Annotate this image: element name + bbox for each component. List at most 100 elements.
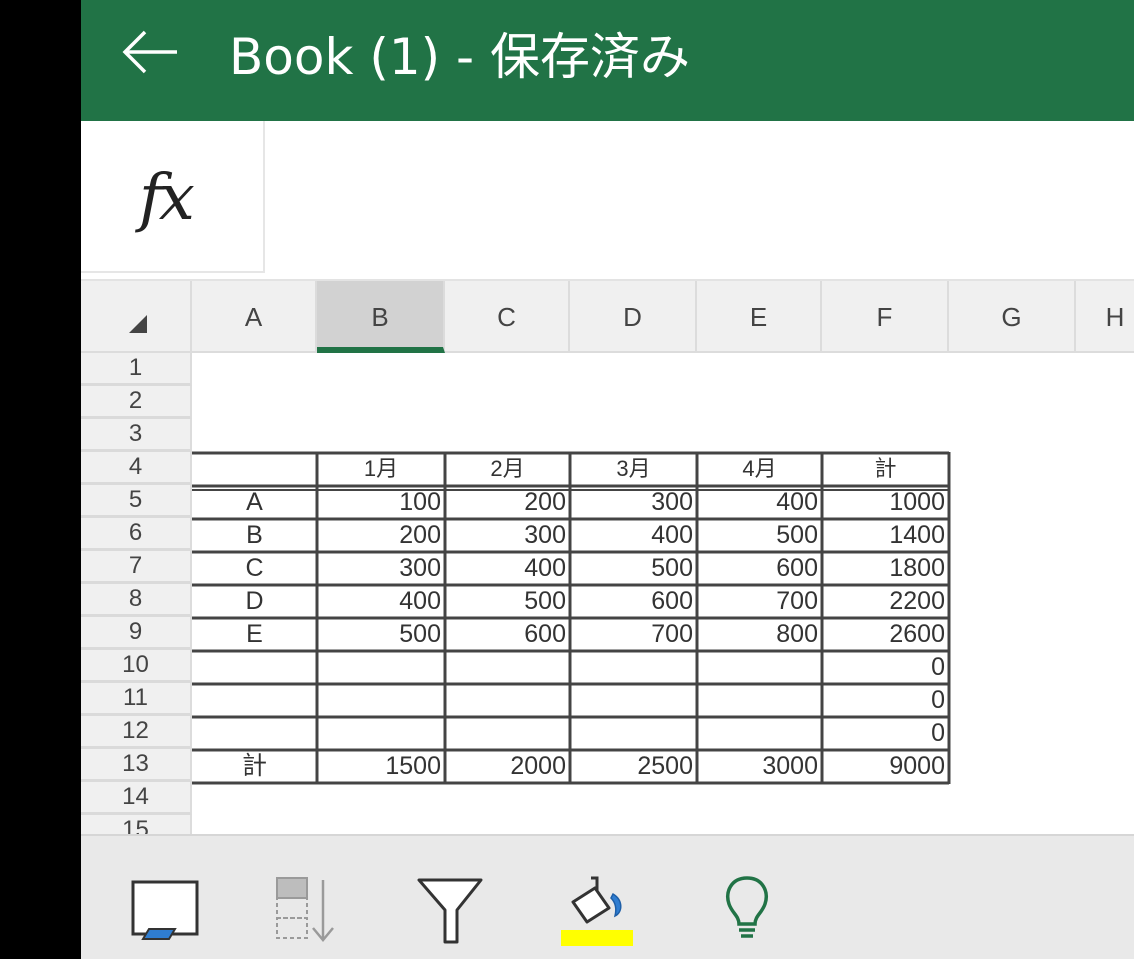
cell-d5[interactable]: 300 bbox=[570, 487, 697, 518]
cell-b7[interactable]: 300 bbox=[317, 553, 445, 584]
cell-f13[interactable]: 9000 bbox=[822, 751, 949, 782]
cell-e8[interactable]: 700 bbox=[697, 586, 822, 617]
cell-d11[interactable] bbox=[570, 685, 697, 716]
cell-a13[interactable]: 計 bbox=[192, 751, 317, 782]
cell-d9[interactable]: 700 bbox=[570, 619, 697, 650]
cell-f8[interactable]: 2200 bbox=[822, 586, 949, 617]
cell-c13[interactable]: 2000 bbox=[445, 751, 570, 782]
cell-c7[interactable]: 400 bbox=[445, 553, 570, 584]
ideas-button[interactable] bbox=[709, 872, 789, 948]
cell-c4[interactable]: 2月 bbox=[445, 454, 570, 485]
cell-f6[interactable]: 1400 bbox=[822, 520, 949, 551]
spreadsheet-grid[interactable]: 1月 2月 3月 4月計 A 100 200 300 400 1000 B 200 300 400 500 1… bbox=[81, 281, 1134, 834]
cell-f7[interactable]: 1800 bbox=[822, 553, 949, 584]
row-header-13[interactable]: 13 bbox=[81, 749, 192, 782]
cell-b12[interactable] bbox=[317, 718, 445, 749]
cell-c8[interactable]: 500 bbox=[445, 586, 570, 617]
cell-e13[interactable]: 3000 bbox=[697, 751, 822, 782]
row-header-4[interactable]: 4 bbox=[81, 452, 192, 485]
cell-c9[interactable]: 600 bbox=[445, 619, 570, 650]
cell-d13[interactable]: 2500 bbox=[570, 751, 697, 782]
select-cell-button[interactable] bbox=[129, 872, 209, 948]
cell-a11[interactable] bbox=[192, 685, 317, 716]
cell-b8[interactable]: 400 bbox=[317, 586, 445, 617]
cell-e4[interactable]: 4月 bbox=[697, 454, 822, 485]
cell-b6[interactable]: 200 bbox=[317, 520, 445, 551]
title-bar: Book (1) - 保存済み bbox=[81, 0, 1134, 121]
cell-d10[interactable] bbox=[570, 652, 697, 683]
cell-c6[interactable]: 300 bbox=[445, 520, 570, 551]
row-header-10[interactable]: 10 bbox=[81, 650, 192, 683]
cell-f11[interactable]: 0 bbox=[822, 685, 949, 716]
cell-b11[interactable] bbox=[317, 685, 445, 716]
cell-f5[interactable]: 1000 bbox=[822, 487, 949, 518]
excel-app: Book (1) - 保存済み fx 1月 2月 3月 4月計 A 100 200 300 40… bbox=[81, 0, 1134, 959]
cell-b9[interactable]: 500 bbox=[317, 619, 445, 650]
cell-f9[interactable]: 2600 bbox=[822, 619, 949, 650]
cell-d6[interactable]: 400 bbox=[570, 520, 697, 551]
cell-e12[interactable] bbox=[697, 718, 822, 749]
cell-b4[interactable]: 1月 bbox=[317, 454, 445, 485]
row-header-14[interactable]: 14 bbox=[81, 782, 192, 815]
row-header-8[interactable]: 8 bbox=[81, 584, 192, 617]
row-header-3[interactable]: 3 bbox=[81, 419, 192, 452]
row-header-11[interactable]: 11 bbox=[81, 683, 192, 716]
cell-d8[interactable]: 600 bbox=[570, 586, 697, 617]
cell-f4[interactable]: 計 bbox=[822, 454, 949, 485]
row-header-7[interactable]: 7 bbox=[81, 551, 192, 584]
column-header-h[interactable]: H bbox=[1076, 281, 1134, 353]
sort-button[interactable] bbox=[273, 872, 353, 948]
insert-function-button[interactable]: fx bbox=[81, 121, 265, 273]
cell-d4[interactable]: 3月 bbox=[570, 454, 697, 485]
column-header-d[interactable]: D bbox=[570, 281, 697, 353]
cell-e10[interactable] bbox=[697, 652, 822, 683]
filter-button[interactable] bbox=[413, 872, 493, 948]
row-header-2[interactable]: 2 bbox=[81, 386, 192, 419]
cell-a8[interactable]: D bbox=[192, 586, 317, 617]
cell-a5[interactable]: A bbox=[192, 487, 317, 518]
cell-f10[interactable]: 0 bbox=[822, 652, 949, 683]
row-header-15[interactable]: 15 bbox=[81, 815, 192, 834]
column-header-a[interactable]: A bbox=[192, 281, 317, 353]
select-all-button[interactable] bbox=[81, 281, 192, 353]
ideas-lightbulb-icon bbox=[726, 876, 768, 938]
row-header-12[interactable]: 12 bbox=[81, 716, 192, 749]
row-header-9[interactable]: 9 bbox=[81, 617, 192, 650]
cell-c12[interactable] bbox=[445, 718, 570, 749]
column-header-f[interactable]: F bbox=[822, 281, 949, 353]
cell-a10[interactable] bbox=[192, 652, 317, 683]
column-header-b[interactable]: B bbox=[317, 281, 445, 353]
cell-f12[interactable]: 0 bbox=[822, 718, 949, 749]
formula-bar: fx bbox=[81, 121, 1134, 281]
cell-a6[interactable]: B bbox=[192, 520, 317, 551]
cell-c11[interactable] bbox=[445, 685, 570, 716]
cell-b5[interactable]: 100 bbox=[317, 487, 445, 518]
formula-input[interactable] bbox=[267, 121, 1134, 279]
cell-a7[interactable]: C bbox=[192, 553, 317, 584]
cell-d7[interactable]: 500 bbox=[570, 553, 697, 584]
cell-a4[interactable] bbox=[192, 454, 317, 485]
select-all-triangle-icon bbox=[129, 315, 147, 333]
cell-b13[interactable]: 1500 bbox=[317, 751, 445, 782]
cell-e6[interactable]: 500 bbox=[697, 520, 822, 551]
row-header-5[interactable]: 5 bbox=[81, 485, 192, 518]
cell-a12[interactable] bbox=[192, 718, 317, 749]
cell-d12[interactable] bbox=[570, 718, 697, 749]
back-arrow-icon bbox=[122, 30, 177, 74]
row-header-6[interactable]: 6 bbox=[81, 518, 192, 551]
cell-b10[interactable] bbox=[317, 652, 445, 683]
cell-e7[interactable]: 600 bbox=[697, 553, 822, 584]
column-header-c[interactable]: C bbox=[445, 281, 570, 353]
row-header-1[interactable]: 1 bbox=[81, 353, 192, 386]
cell-a9[interactable]: E bbox=[192, 619, 317, 650]
cell-e9[interactable]: 800 bbox=[697, 619, 822, 650]
cell-c10[interactable] bbox=[445, 652, 570, 683]
cell-e11[interactable] bbox=[697, 685, 822, 716]
column-header-g[interactable]: G bbox=[949, 281, 1076, 353]
cell-c5[interactable]: 200 bbox=[445, 487, 570, 518]
column-header-e[interactable]: E bbox=[697, 281, 822, 353]
cell-e5[interactable]: 400 bbox=[697, 487, 822, 518]
back-button[interactable] bbox=[119, 22, 183, 82]
fill-color-button[interactable] bbox=[557, 872, 637, 948]
select-cell-icon bbox=[131, 880, 199, 940]
